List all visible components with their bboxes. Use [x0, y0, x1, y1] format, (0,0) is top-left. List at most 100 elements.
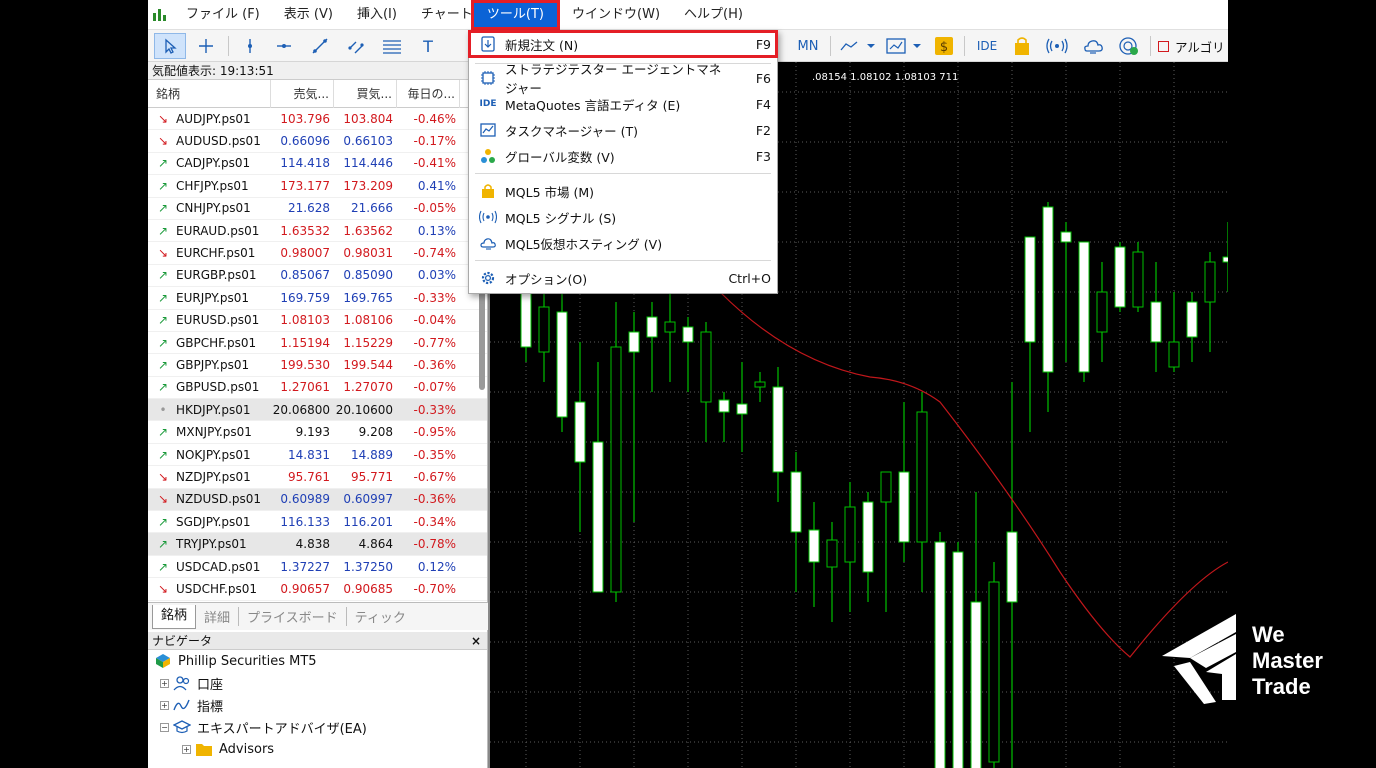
mt5-app-icon[interactable]: [152, 7, 168, 23]
menu-view[interactable]: 表示 (V): [272, 0, 345, 30]
market-button[interactable]: [1010, 33, 1034, 59]
collapse-icon[interactable]: −: [160, 722, 169, 732]
algo-trading-label: アルゴリ: [1175, 39, 1225, 55]
table-row[interactable]: ↗ USDCAD.ps01 1.37227 1.37250 0.12%: [148, 556, 487, 579]
signals-button[interactable]: [1044, 33, 1070, 59]
bid-cell: 21.628: [288, 201, 330, 216]
menu-strategy-tester-agents[interactable]: ストラテジテスター エージェントマネジャー F6: [469, 62, 777, 96]
table-row[interactable]: ↗ GBPUSD.ps01 1.27061 1.27070 -0.07%: [148, 377, 487, 400]
horizontal-line-button[interactable]: [270, 33, 298, 59]
tab-ticks[interactable]: ティック: [347, 607, 414, 626]
wemastertrade-logo: We Master Trade: [1160, 612, 1360, 708]
text-icon: T: [423, 36, 433, 56]
algo-trading-button[interactable]: アルゴリ: [1158, 33, 1228, 59]
menu-tools[interactable]: ツール(T): [470, 0, 561, 30]
chart-type-button[interactable]: [838, 33, 878, 59]
expand-icon[interactable]: +: [182, 744, 191, 754]
cursor-icon: [165, 38, 177, 54]
ask-cell: 103.804: [343, 111, 393, 126]
table-row[interactable]: ↗ CADJPY.ps01 114.418 114.446 -0.41%: [148, 153, 487, 176]
table-row[interactable]: ↘ NZDJPY.ps01 95.761 95.771 -0.67%: [148, 466, 487, 489]
nav-accounts[interactable]: + 口座: [148, 672, 487, 694]
crosshair-button[interactable]: [192, 33, 220, 59]
table-row[interactable]: ↗ GBPCHF.ps01 1.15194 1.15229 -0.77%: [148, 332, 487, 355]
symbol-cell: ↗ GBPUSD.ps01: [148, 380, 271, 394]
menu-global-variables[interactable]: グローバル変数 (V) F3: [469, 143, 777, 169]
table-row[interactable]: ↗ TRYJPY.ps01 4.838 4.864 -0.78%: [148, 533, 487, 556]
text-button[interactable]: T: [414, 33, 442, 59]
table-row[interactable]: ↗ CHFJPY.ps01 173.177 173.209 0.41%: [148, 175, 487, 198]
table-row[interactable]: ↗ CNHJPY.ps01 21.628 21.666 -0.05%: [148, 198, 487, 220]
menu-new-order[interactable]: 新規注文 (N) F9: [468, 30, 778, 58]
nav-advisors-folder[interactable]: + Advisors: [148, 738, 487, 760]
symbol-name: NZDUSD.ps01: [176, 492, 262, 507]
symbol-name: TRYJPY.ps01: [176, 537, 247, 552]
col-change-header[interactable]: 毎日の...: [397, 79, 460, 108]
table-row[interactable]: ↘ EURCHF.ps01 0.98007 0.98031 -0.74%: [148, 242, 487, 265]
candlestick: [1006, 382, 1018, 768]
table-row[interactable]: ↗ EURAUD.ps01 1.63532 1.63562 0.13%: [148, 220, 487, 243]
trade-button[interactable]: $: [932, 33, 956, 59]
col-symbol-header[interactable]: 銘柄: [148, 79, 271, 108]
navigator-close-button[interactable]: ×: [471, 632, 481, 649]
candlestick: [664, 292, 676, 382]
symbol-cell: ↗ USDCAD.ps01: [148, 560, 271, 574]
col-ask-header[interactable]: 買気...: [334, 79, 397, 108]
table-row[interactable]: ↘ AUDJPY.ps01 103.796 103.804 -0.46%: [148, 108, 487, 131]
expand-icon[interactable]: +: [160, 700, 169, 710]
tab-details[interactable]: 詳細: [196, 607, 240, 626]
tab-price-board[interactable]: プライスボード: [239, 607, 347, 626]
timeframe-mn-button[interactable]: MN: [794, 33, 822, 59]
table-row[interactable]: ↗ SGDJPY.ps01 116.133 116.201 -0.34%: [148, 511, 487, 534]
table-row[interactable]: • HKDJPY.ps01 20.06800 20.10600 -0.33%: [148, 399, 487, 422]
table-row[interactable]: ↗ EURUSD.ps01 1.08103 1.08106 -0.04%: [148, 310, 487, 332]
menu-options[interactable]: オプション(O) Ctrl+O: [469, 265, 777, 291]
table-row[interactable]: ↘ USDCHF.ps01 0.90657 0.90685 -0.70%: [148, 578, 487, 601]
nav-expert-advisors[interactable]: − エキスパートアドバイザ(EA): [148, 716, 487, 738]
templates-button[interactable]: [884, 33, 924, 59]
change-cell: -0.36%: [413, 492, 456, 507]
expand-icon[interactable]: +: [160, 678, 169, 688]
nav-indicators[interactable]: + 指標: [148, 694, 487, 716]
tab-symbols[interactable]: 銘柄: [152, 604, 197, 629]
menu-task-manager[interactable]: タスクマネージャー (T) F2: [469, 117, 777, 143]
arrow-down-icon: ↘: [157, 246, 169, 261]
bid-cell: 114.418: [280, 156, 330, 171]
table-row[interactable]: ↘ NZDUSD.ps01 0.60989 0.60997 -0.36%: [148, 488, 487, 512]
col-bid-header[interactable]: 売気...: [271, 79, 334, 108]
candlestick: [1042, 202, 1054, 412]
menu-insert[interactable]: 挿入(I): [345, 0, 409, 30]
table-row[interactable]: ↗ EURGBP.ps01 0.85067 0.85090 0.03%: [148, 265, 487, 288]
menu-mql5-market[interactable]: MQL5 市場 (M): [469, 178, 777, 204]
menu-chart[interactable]: チャート (C: [409, 0, 471, 30]
dot-icon: •: [159, 402, 167, 417]
table-row[interactable]: ↗ MXNJPY.ps01 9.193 9.208 -0.95%: [148, 421, 487, 444]
menu-mql5-signals[interactable]: MQL5 シグナル (S): [469, 204, 777, 230]
bid-cell: 173.177: [280, 178, 330, 193]
ask-cell: 0.98031: [343, 246, 393, 261]
menu-help[interactable]: ヘルプ(H): [672, 0, 755, 30]
fibonacci-button[interactable]: [378, 33, 406, 59]
cursor-tool-button[interactable]: [154, 33, 186, 59]
menu-mql5-hosting[interactable]: MQL5仮想ホスティング (V): [469, 230, 777, 256]
nav-broker[interactable]: Phillip Securities MT5: [148, 650, 487, 672]
table-row[interactable]: ↗ NOKJPY.ps01 14.831 14.889 -0.35%: [148, 444, 487, 467]
bid-cell: 9.193: [295, 425, 330, 440]
ide-button[interactable]: IDE: [972, 33, 1002, 59]
vps-button[interactable]: [1116, 33, 1142, 59]
bid-cell: 1.27061: [280, 380, 330, 395]
channel-button[interactable]: [342, 33, 370, 59]
menu-new-order-shortcut: F9: [755, 36, 771, 52]
table-row[interactable]: ↘ AUDUSD.ps01 0.66096 0.66103 -0.17%: [148, 130, 487, 153]
menu-file[interactable]: ファイル (F): [174, 0, 272, 30]
symbol-cell: ↗ CNHJPY.ps01: [148, 201, 271, 215]
ask-cell: 169.765: [343, 290, 393, 305]
table-row[interactable]: ↗ EURJPY.ps01 169.759 169.765 -0.33%: [148, 287, 487, 310]
menu-metaeditor[interactable]: IDE MetaQuotes 言語エディタ (E) F4: [469, 91, 777, 117]
menu-window[interactable]: ウインドウ(W): [560, 0, 672, 30]
symbol-cell: ↘ NZDUSD.ps01: [148, 492, 271, 506]
table-row[interactable]: ↗ GBPJPY.ps01 199.530 199.544 -0.36%: [148, 354, 487, 377]
trendline-button[interactable]: [306, 33, 334, 59]
hosting-button[interactable]: [1080, 33, 1106, 59]
vertical-line-button[interactable]: [236, 33, 264, 59]
